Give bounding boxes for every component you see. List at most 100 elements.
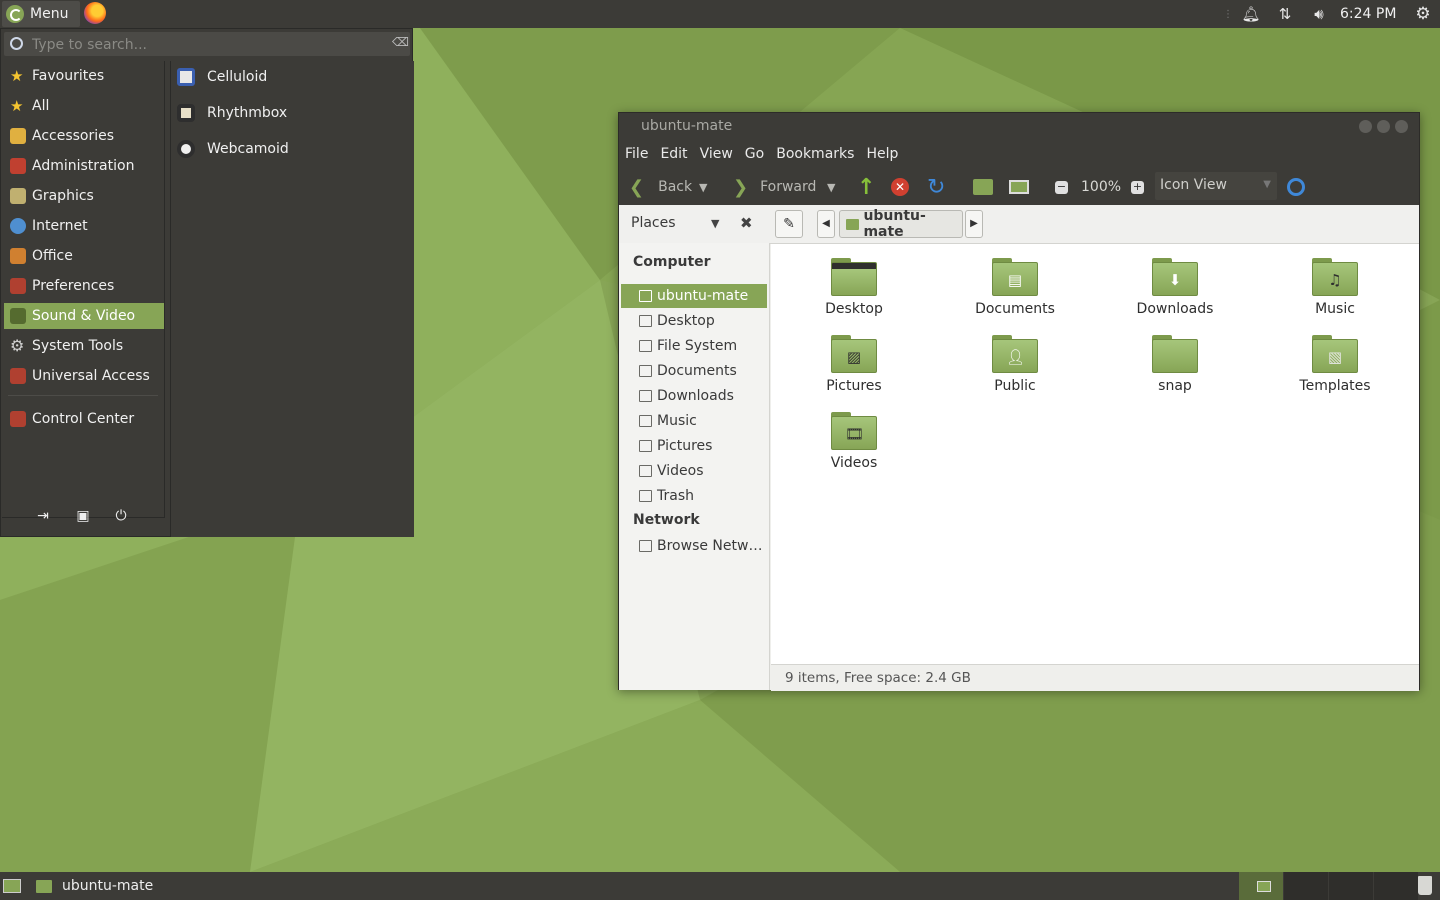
menu-help[interactable]: Help	[860, 143, 904, 165]
sidebar-item-videos[interactable]: Videos	[621, 459, 767, 483]
zoom-in-icon[interactable]: +	[1131, 171, 1144, 203]
sidebar-mode-select[interactable]: Places	[631, 215, 676, 231]
workspace-1[interactable]	[1238, 872, 1283, 900]
desktop-icon	[639, 315, 652, 327]
category-label: Graphics	[32, 188, 94, 204]
network-arrows-icon[interactable]: ⇅	[1274, 0, 1296, 28]
file-manager-window: ubuntu-mate File Edit View Go Bookmarks …	[618, 112, 1420, 691]
workspace-3[interactable]	[1328, 872, 1373, 900]
sidebar-mode-dropdown-icon[interactable]: ▼	[711, 217, 719, 230]
logout-icon[interactable]: ⇥	[33, 506, 53, 526]
close-button[interactable]	[1395, 120, 1408, 133]
category-graphics[interactable]: Graphics	[4, 183, 164, 209]
sidebar-item-pictures[interactable]: Pictures	[621, 434, 767, 458]
settings-gear-icon[interactable]: ⚙	[1412, 0, 1434, 28]
clear-search-icon[interactable]: ⌫	[392, 36, 409, 48]
category-internet[interactable]: Internet	[4, 213, 164, 239]
category-accessories[interactable]: Accessories	[4, 123, 164, 149]
folder-icon	[1152, 335, 1198, 375]
menu-edit[interactable]: Edit	[654, 143, 693, 165]
file-label: Desktop	[825, 301, 883, 317]
menu-bookmarks[interactable]: Bookmarks	[770, 143, 860, 165]
power-icon[interactable]: ⏻	[111, 506, 131, 526]
trash-icon[interactable]	[1418, 876, 1432, 895]
templates-folder-icon: ▧	[1312, 335, 1358, 375]
sidebar-item-trash[interactable]: Trash	[621, 484, 767, 508]
up-arrow-icon[interactable]: ↑	[857, 171, 875, 203]
file-pictures[interactable]: ▨ Pictures	[794, 335, 914, 405]
taskbar-item-label: ubuntu-mate	[62, 878, 154, 894]
file-music[interactable]: ♫ Music	[1275, 258, 1395, 328]
category-label: Favourites	[32, 68, 105, 84]
taskbar-item-file-manager[interactable]: ubuntu-mate	[36, 872, 153, 900]
forward-history-dropdown[interactable]: ▼	[827, 171, 835, 203]
search-icon[interactable]	[1287, 171, 1305, 203]
menu-button[interactable]: Menu	[2, 1, 80, 27]
firefox-icon[interactable]	[84, 2, 106, 24]
path-left-arrow[interactable]: ◀	[817, 210, 835, 238]
category-favourites[interactable]: ★ Favourites	[4, 63, 164, 89]
sound-video-icon	[10, 308, 26, 324]
window-titlebar[interactable]: ubuntu-mate	[619, 113, 1419, 141]
sidebar-item-music[interactable]: Music	[621, 409, 767, 433]
back-history-dropdown[interactable]: ▼	[699, 171, 707, 203]
category-control-center[interactable]: Control Center	[4, 406, 164, 432]
file-documents[interactable]: ▤ Documents	[955, 258, 1075, 328]
file-snap[interactable]: snap	[1115, 335, 1235, 405]
zoom-level[interactable]: 100%	[1081, 171, 1121, 203]
file-downloads[interactable]: ⬇ Downloads	[1115, 258, 1235, 328]
workspace-2[interactable]	[1283, 872, 1328, 900]
notification-bell-icon[interactable]: 🔔︎	[1240, 0, 1262, 28]
file-desktop[interactable]: Desktop	[794, 258, 914, 328]
workspace-4[interactable]	[1373, 872, 1418, 900]
category-sound-video[interactable]: Sound & Video	[4, 303, 164, 329]
file-label: Pictures	[826, 378, 882, 394]
sidebar-item-home[interactable]: ubuntu-mate	[621, 284, 767, 308]
stop-icon[interactable]: ✕	[891, 171, 909, 203]
reload-icon[interactable]: ↻	[927, 171, 945, 203]
category-all[interactable]: ★ All	[4, 93, 164, 119]
back-button[interactable]: ❮ Back	[629, 171, 692, 203]
maximize-button[interactable]	[1377, 120, 1390, 133]
category-label: Office	[32, 248, 73, 264]
file-templates[interactable]: ▧ Templates	[1275, 335, 1395, 405]
folder-icon	[36, 879, 52, 893]
app-celluloid[interactable]: Celluloid	[177, 63, 407, 91]
category-label: All	[32, 98, 50, 114]
path-right-arrow[interactable]: ▶	[965, 210, 983, 238]
sidebar-item-desktop[interactable]: Desktop	[621, 309, 767, 333]
menu-bar: File Edit View Go Bookmarks Help	[619, 143, 904, 165]
view-mode-select[interactable]: Icon View ▼	[1155, 172, 1277, 200]
computer-icon[interactable]	[1009, 171, 1029, 203]
edit-location-icon[interactable]: ✎	[775, 210, 803, 238]
zoom-out-icon[interactable]: −	[1055, 171, 1068, 203]
category-administration[interactable]: Administration	[4, 153, 164, 179]
show-desktop-icon[interactable]	[3, 879, 21, 893]
category-universal-access[interactable]: Universal Access	[4, 363, 164, 389]
lock-screen-icon[interactable]: ▣	[73, 506, 93, 526]
menu-view[interactable]: View	[694, 143, 739, 165]
minimize-button[interactable]	[1359, 120, 1372, 133]
menu-search-box[interactable]: ⌫	[4, 32, 410, 56]
sidebar-item-file-system[interactable]: File System	[621, 334, 767, 358]
category-office[interactable]: Office	[4, 243, 164, 269]
category-label: System Tools	[32, 338, 124, 354]
menu-file[interactable]: File	[619, 143, 654, 165]
clock[interactable]: 6:24 PM	[1340, 0, 1396, 28]
category-preferences[interactable]: Preferences	[4, 273, 164, 299]
sidebar-item-documents[interactable]: Documents	[621, 359, 767, 383]
volume-icon[interactable]: 🔊︎	[1308, 0, 1330, 28]
path-button-home[interactable]: ubuntu-mate	[839, 208, 963, 240]
category-system-tools[interactable]: ⚙ System Tools	[4, 333, 164, 359]
app-webcamoid[interactable]: Webcamoid	[177, 135, 407, 163]
file-public[interactable]: 👤︎ Public	[955, 335, 1075, 405]
file-videos[interactable]: 🎞︎ Videos	[794, 412, 914, 482]
sidebar-item-browse-network[interactable]: Browse Netw…	[621, 534, 767, 558]
menu-go[interactable]: Go	[739, 143, 770, 165]
menu-search-input[interactable]	[30, 34, 374, 56]
sidebar-item-downloads[interactable]: Downloads	[621, 384, 767, 408]
close-sidebar-icon[interactable]: ✖	[740, 214, 753, 232]
app-rhythmbox[interactable]: Rhythmbox	[177, 99, 407, 127]
forward-button[interactable]: ❯ Forward	[733, 171, 816, 203]
home-folder-icon[interactable]	[973, 171, 993, 203]
